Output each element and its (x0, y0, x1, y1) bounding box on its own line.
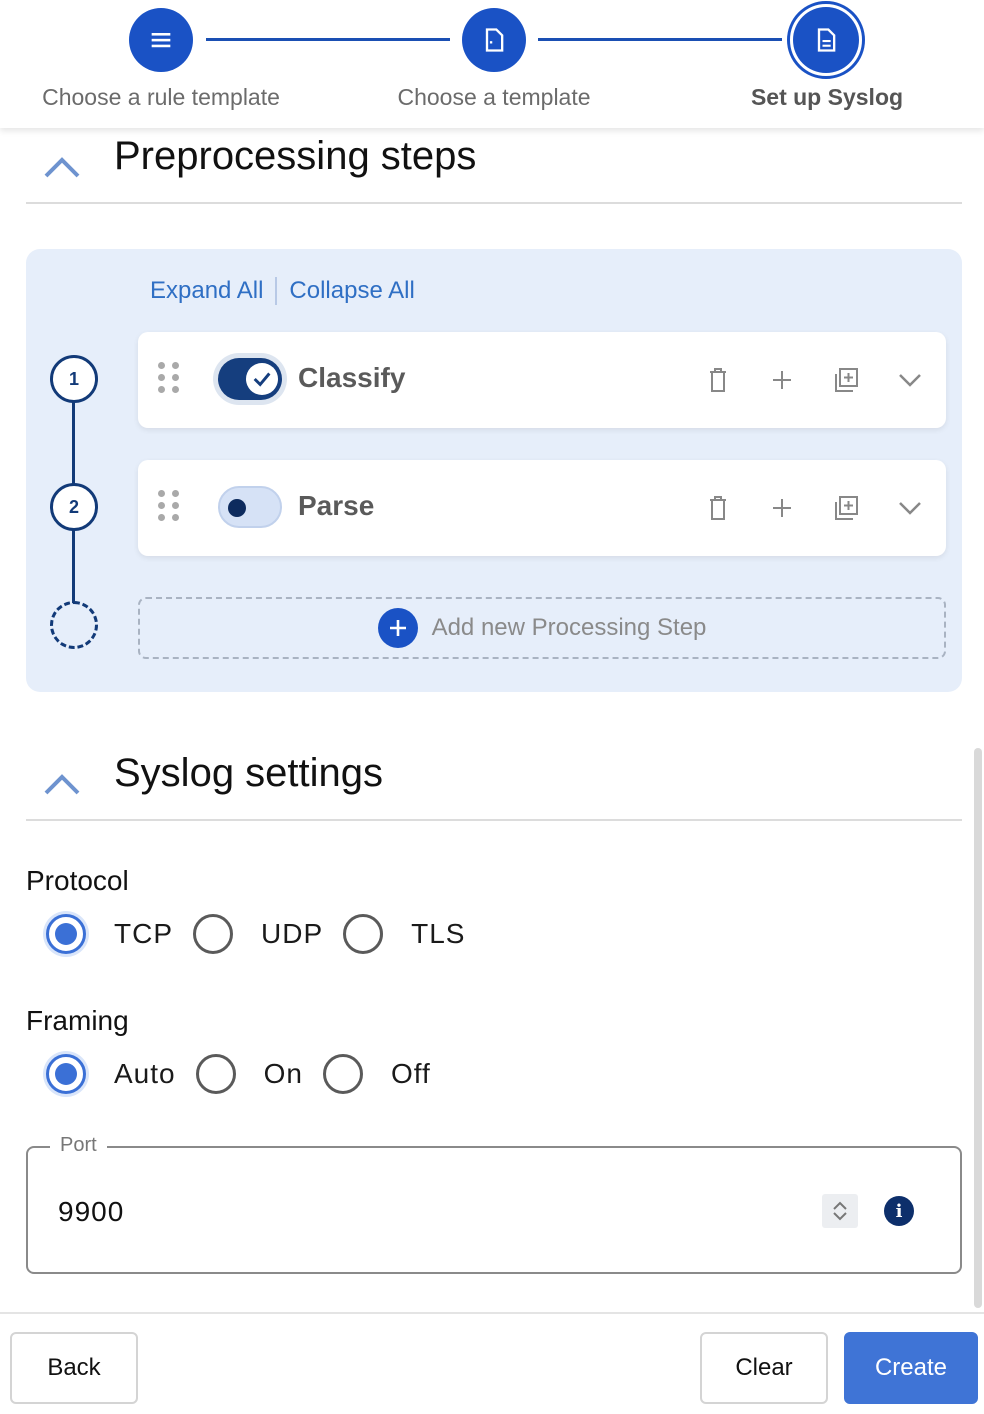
timeline-line-1 (72, 401, 75, 485)
framing-label: Framing (26, 1005, 129, 1036)
delete-icon[interactable] (702, 364, 734, 396)
radio-tls[interactable] (343, 914, 384, 954)
collapse-all-link[interactable]: Collapse All (289, 277, 414, 305)
drag-handle-icon[interactable] (158, 490, 180, 521)
step-enabled-toggle[interactable] (218, 358, 282, 400)
preprocessing-panel: Expand All Collapse All 1 2 Classify Par… (26, 249, 962, 692)
step-actions (702, 492, 926, 524)
syslog-section-header[interactable]: Syslog settings (26, 751, 962, 821)
chevron-up-icon[interactable] (42, 148, 82, 188)
step-label: Classify (298, 362, 406, 393)
processing-step-card[interactable]: Classify (138, 332, 946, 428)
port-input[interactable]: 9900 (58, 1196, 124, 1228)
document-icon (485, 28, 504, 52)
links-divider (275, 277, 278, 305)
stepper-connector-1 (206, 38, 450, 41)
add-icon[interactable] (766, 364, 798, 396)
step-3-circle[interactable] (787, 1, 865, 79)
drag-handle-icon[interactable] (158, 362, 180, 393)
clear-button[interactable]: Clear (700, 1332, 828, 1404)
radio-off[interactable] (322, 1054, 363, 1094)
duplicate-icon[interactable] (830, 364, 862, 396)
step-3-label: Set up Syslog (750, 84, 904, 110)
stepper-connector-2 (538, 38, 782, 41)
protocol-radio-group: TCP UDP TLS (46, 914, 485, 954)
chevron-down-icon[interactable] (894, 492, 926, 524)
delete-icon[interactable] (702, 492, 734, 524)
radio-auto[interactable] (46, 1054, 86, 1094)
chevron-down-icon[interactable] (832, 1211, 848, 1221)
step-enabled-toggle[interactable] (218, 486, 282, 528)
radio-udp[interactable] (193, 914, 233, 954)
step-number-2: 2 (50, 483, 98, 531)
step-placeholder-circle (50, 601, 98, 649)
duplicate-icon[interactable] (830, 492, 862, 524)
step-1-circle[interactable] (129, 8, 193, 72)
port-stepper[interactable] (822, 1194, 858, 1228)
protocol-label: Protocol (26, 865, 129, 896)
chevron-up-icon[interactable] (832, 1201, 848, 1211)
step-number-1: 1 (50, 355, 98, 403)
add-icon[interactable] (766, 492, 798, 524)
footer-actions: Back Clear Create (0, 1312, 984, 1414)
checkmark-icon (253, 372, 271, 387)
expand-collapse-links: Expand All Collapse All (150, 277, 415, 305)
scrollbar[interactable] (974, 748, 982, 1308)
step-1-label: Choose a rule template (42, 84, 280, 110)
processing-step-card[interactable]: Parse (138, 460, 946, 556)
port-field-label: Port (50, 1134, 107, 1157)
step-2-label: Choose a template (397, 84, 591, 110)
plus-circle-icon (377, 608, 418, 648)
preprocessing-title: Preprocessing steps (114, 134, 477, 178)
port-field[interactable]: Port 9900 i (26, 1134, 962, 1274)
info-icon[interactable]: i (884, 1196, 914, 1226)
chevron-up-icon[interactable] (42, 765, 82, 805)
radio-label-tls: TLS (411, 918, 466, 949)
expand-all-link[interactable]: Expand All (150, 277, 263, 305)
add-processing-step-button[interactable]: Add new Processing Step (138, 597, 946, 659)
document-lines-icon (817, 28, 836, 52)
radio-on[interactable] (195, 1054, 236, 1094)
framing-radio-group: Auto On Off (46, 1054, 451, 1094)
menu-icon (151, 33, 171, 48)
add-step-label: Add new Processing Step (431, 614, 707, 641)
radio-label-auto: Auto (114, 1058, 176, 1089)
radio-label-off: Off (390, 1058, 431, 1089)
wizard-stepper: Choose a rule template Choose a template… (0, 0, 984, 128)
radio-label-tcp: TCP (114, 918, 173, 949)
step-label: Parse (298, 490, 375, 521)
back-button[interactable]: Back (10, 1332, 138, 1404)
chevron-down-icon[interactable] (894, 364, 926, 396)
radio-label-udp: UDP (261, 918, 324, 949)
preprocessing-section-header[interactable]: Preprocessing steps (26, 134, 962, 204)
create-button[interactable]: Create (844, 1332, 978, 1404)
radio-tcp[interactable] (46, 914, 86, 954)
step-actions (702, 364, 926, 396)
syslog-title: Syslog settings (114, 751, 384, 795)
step-2-circle[interactable] (462, 8, 526, 72)
timeline-line-2 (72, 529, 75, 603)
radio-label-on: On (263, 1058, 303, 1089)
